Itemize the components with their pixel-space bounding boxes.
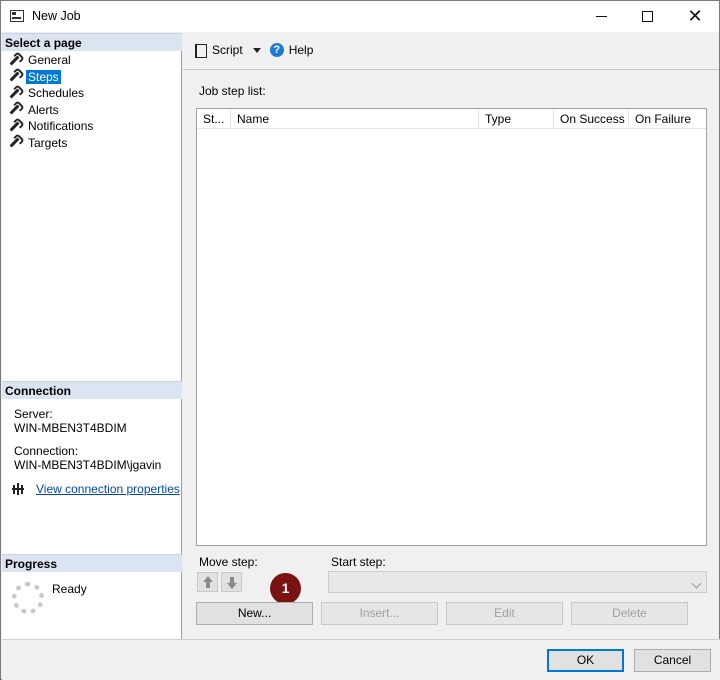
arrow-down-icon [227,583,237,589]
page-item-general[interactable]: General [8,52,95,69]
connection-label: Connection: [14,444,79,458]
wrench-icon [8,87,21,100]
column-name[interactable]: Name [231,109,479,129]
column-step[interactable]: St... [197,109,231,129]
server-info: Server: WIN-MBEN3T4BDIM [14,407,127,435]
toolbar: Script ? Help [183,33,719,70]
wrench-icon [8,70,21,83]
view-connection-row: View connection properties [12,482,180,496]
right-pane: Script ? Help Job step list: St... Name … [183,33,719,639]
wrench-icon [8,136,21,149]
job-step-list[interactable]: St... Name Type On Success On Failure [196,108,707,546]
progress-status: Ready [52,582,87,596]
start-step-label: Start step: [331,555,386,569]
column-type[interactable]: Type [479,109,554,129]
help-button[interactable]: ? Help [269,43,314,57]
close-icon: ✕ [687,6,703,26]
step-callout-badge: 1 [270,573,301,604]
page-item-notifications[interactable]: Notifications [8,118,95,135]
help-icon: ? [269,43,284,57]
wrench-icon [8,120,21,133]
ok-button[interactable]: OK [547,649,624,672]
column-on-success[interactable]: On Success [554,109,629,129]
wrench-icon [8,103,21,116]
page-item-label: Notifications [28,119,94,134]
help-label: Help [288,43,314,57]
progress-header: Progress [2,554,182,572]
page-list: General Steps Schedules Alerts Notificat… [8,52,95,151]
job-step-list-label: Job step list: [199,84,266,98]
dialog-button-bar: OK Cancel [2,639,720,680]
table-header: St... Name Type On Success On Failure [197,109,706,129]
column-on-failure[interactable]: On Failure [629,109,706,129]
page-item-alerts[interactable]: Alerts [8,102,95,119]
window-title: New Job [32,9,81,23]
wrench-icon [8,54,21,67]
select-page-header: Select a page [2,33,182,51]
minimize-button[interactable] [579,1,625,32]
delete-step-button[interactable]: Delete [571,602,688,625]
page-item-label: Steps [26,69,61,84]
script-button[interactable]: Script [212,43,243,57]
page-item-steps[interactable]: Steps [8,69,95,86]
cancel-button[interactable]: Cancel [634,649,711,672]
script-dropdown-icon[interactable] [252,47,261,53]
insert-step-button[interactable]: Insert... [321,602,438,625]
page-item-label: Targets [28,135,68,150]
connection-plug-icon [12,483,28,495]
page-item-label: Alerts [28,102,59,117]
connection-header: Connection [2,381,182,399]
page-item-label: General [28,53,71,68]
page-item-targets[interactable]: Targets [8,135,95,152]
new-step-button[interactable]: New... [196,602,313,625]
view-connection-properties-link[interactable]: View connection properties [36,482,180,496]
connection-info: Connection: WIN-MBEN3T4BDIM\jgavin [14,444,162,472]
maximize-icon [642,11,653,22]
progress-spinner-icon [12,582,44,614]
edit-step-button[interactable]: Edit [446,602,563,625]
page-item-label: Schedules [28,86,85,101]
server-value: WIN-MBEN3T4BDIM [14,420,127,435]
new-job-window: New Job ✕ Select a page General Steps Sc… [0,0,720,680]
maximize-button[interactable] [625,1,671,32]
left-pane: Select a page General Steps Schedules Al… [2,33,182,639]
toolbar-row: Script ? Help [193,43,314,58]
close-button[interactable]: ✕ [672,1,718,32]
move-step-up-button[interactable] [197,572,218,592]
connection-value: WIN-MBEN3T4BDIM\jgavin [14,457,162,472]
start-step-select[interactable] [328,571,707,593]
window-icon [10,10,24,22]
script-icon [193,43,207,58]
move-step-label: Move step: [199,555,258,569]
server-label: Server: [14,407,53,421]
minimize-icon [596,16,607,17]
page-item-schedules[interactable]: Schedules [8,85,95,102]
title-bar: New Job ✕ [1,1,719,32]
move-step-down-button[interactable] [221,572,242,592]
chevron-down-icon [691,578,702,589]
